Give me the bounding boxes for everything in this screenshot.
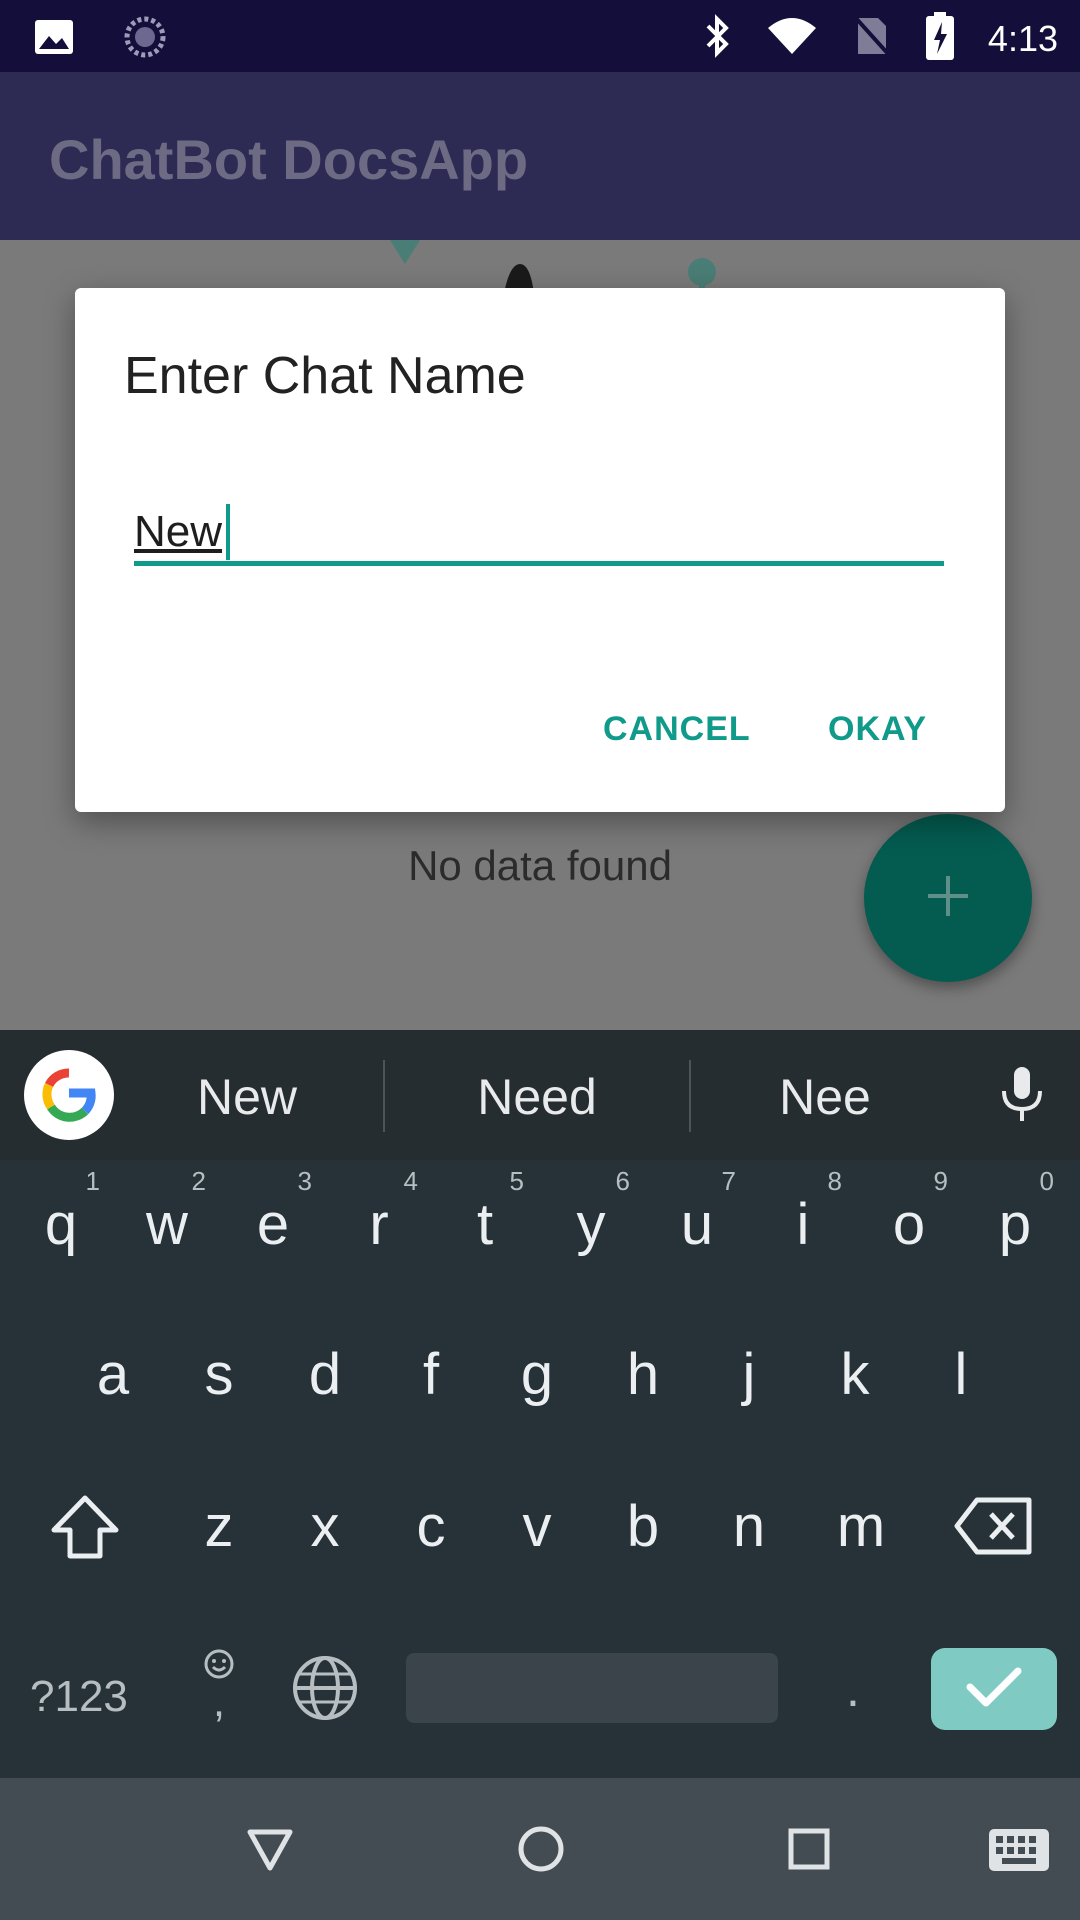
period-key[interactable]: . xyxy=(846,1660,860,1718)
key-w[interactable]: w2 xyxy=(114,1160,220,1290)
chat-name-input[interactable] xyxy=(134,502,944,566)
shift-key[interactable] xyxy=(32,1462,138,1592)
backspace-icon xyxy=(953,1497,1033,1569)
key-g[interactable]: g xyxy=(484,1310,590,1440)
key-c[interactable]: c xyxy=(378,1462,484,1592)
suggestion-3[interactable]: Nee xyxy=(675,1068,975,1126)
app-bar: ChatBot DocsApp xyxy=(0,72,1080,240)
key-k[interactable]: k xyxy=(802,1310,908,1440)
check-icon xyxy=(966,1665,1022,1714)
microphone-icon[interactable] xyxy=(1000,1065,1044,1130)
keyboard-suggestion-strip: New Need Nee xyxy=(0,1030,1080,1160)
key-o[interactable]: o9 xyxy=(856,1160,962,1290)
plus-icon xyxy=(924,872,972,925)
bluetooth-icon xyxy=(704,14,732,63)
key-v[interactable]: v xyxy=(484,1462,590,1592)
chat-name-dialog: Enter Chat Name CANCEL OKAY xyxy=(75,288,1005,812)
key-l[interactable]: l xyxy=(908,1310,1014,1440)
keyboard-switch-icon[interactable] xyxy=(988,1828,1050,1877)
key-z[interactable]: z xyxy=(166,1462,272,1592)
dialog-title: Enter Chat Name xyxy=(124,347,526,405)
key-p[interactable]: p0 xyxy=(962,1160,1068,1290)
loading-icon xyxy=(124,16,166,63)
cancel-button[interactable]: CANCEL xyxy=(603,710,751,749)
key-m[interactable]: m xyxy=(808,1462,914,1592)
status-bar: 4:13 xyxy=(0,0,1080,72)
key-q[interactable]: q1 xyxy=(8,1160,114,1290)
wifi-icon xyxy=(766,16,818,61)
app-title: ChatBot DocsApp xyxy=(49,128,529,191)
space-bar[interactable] xyxy=(406,1653,778,1723)
key-t[interactable]: t5 xyxy=(432,1160,538,1290)
home-icon[interactable] xyxy=(518,1826,564,1877)
back-icon[interactable] xyxy=(246,1828,294,1877)
text-cursor xyxy=(226,504,230,560)
key-e[interactable]: e3 xyxy=(220,1160,326,1290)
key-i[interactable]: i8 xyxy=(750,1160,856,1290)
key-y[interactable]: y6 xyxy=(538,1160,644,1290)
key-d[interactable]: d xyxy=(272,1310,378,1440)
key-b[interactable]: b xyxy=(590,1462,696,1592)
key-n[interactable]: n xyxy=(696,1462,802,1592)
suggestion-1[interactable]: New xyxy=(97,1068,397,1126)
backspace-key[interactable] xyxy=(940,1462,1046,1592)
shift-icon xyxy=(50,1495,120,1573)
clock: 4:13 xyxy=(987,17,1058,59)
key-f[interactable]: f xyxy=(378,1310,484,1440)
key-s[interactable]: s xyxy=(166,1310,272,1440)
key-x[interactable]: x xyxy=(272,1462,378,1592)
no-sim-icon xyxy=(852,14,892,63)
battery-charging-icon xyxy=(925,12,954,65)
key-h[interactable]: h xyxy=(590,1310,696,1440)
okay-button[interactable]: OKAY xyxy=(828,710,927,749)
suggestion-2[interactable]: Need xyxy=(387,1068,687,1126)
key-j[interactable]: j xyxy=(696,1310,802,1440)
done-key[interactable] xyxy=(931,1648,1057,1730)
key-u[interactable]: u7 xyxy=(644,1160,750,1290)
image-icon xyxy=(34,19,74,60)
symbols-key[interactable]: ?123 xyxy=(30,1672,128,1722)
recents-icon[interactable] xyxy=(788,1828,830,1875)
suggestion-divider xyxy=(383,1060,385,1132)
add-chat-fab[interactable] xyxy=(864,814,1032,982)
key-r[interactable]: r4 xyxy=(326,1160,432,1290)
navigation-bar xyxy=(0,1778,1080,1920)
key-a[interactable]: a xyxy=(60,1310,166,1440)
emoji-comma-key[interactable]: , xyxy=(196,1648,242,1738)
globe-icon[interactable] xyxy=(291,1654,359,1727)
soft-keyboard: q1 w2 e3 r4 t5 y6 u7 i8 o9 p0 a s d f g … xyxy=(0,1160,1080,1778)
